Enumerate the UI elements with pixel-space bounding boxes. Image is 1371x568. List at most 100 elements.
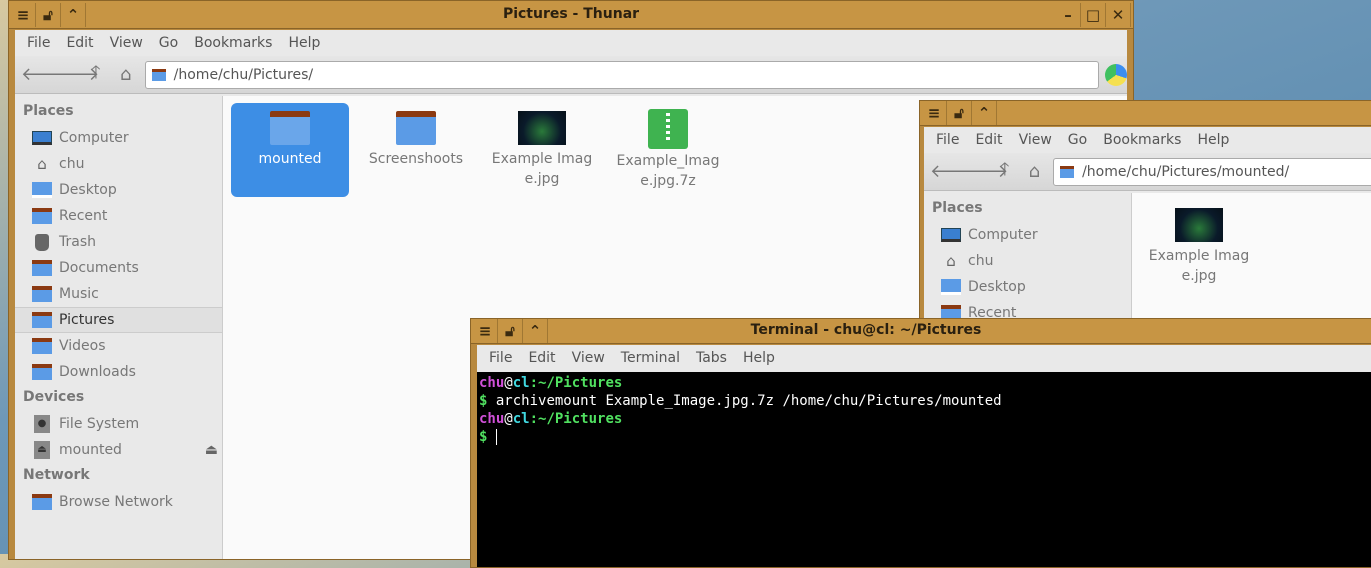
- terminal-window: ≡ 🔓︎ ⌃ Terminal - chu@cl: ~/Pictures Fil…: [470, 318, 1371, 568]
- title-bar[interactable]: ≡ 🔓︎ ⌃: [920, 101, 1371, 126]
- sidebar-heading-devices: Devices: [23, 389, 85, 405]
- file-name: Screenshoots: [368, 151, 464, 167]
- file-item[interactable]: mounted: [231, 103, 349, 197]
- sidebar-heading-places: Places: [932, 200, 983, 216]
- menu-bar: File Edit View Go Bookmarks Help: [15, 30, 1127, 56]
- sidebar-item-pictures[interactable]: Pictures: [15, 307, 222, 333]
- file-item[interactable]: Screenshoots: [357, 103, 475, 197]
- sidebar-item-label: chu: [59, 156, 85, 172]
- sidebar-item-label: Documents: [59, 260, 139, 276]
- title-bar[interactable]: ≡ 🔓︎ ⌃ Pictures - Thunar – □ ✕: [9, 1, 1133, 29]
- prompt-path: :~/Pictures: [529, 375, 623, 391]
- home-icon[interactable]: ⌂: [111, 64, 141, 85]
- eject-icon[interactable]: ⏏: [205, 442, 218, 458]
- sidebar-item-label: chu: [968, 253, 994, 269]
- prompt-path: :~/Pictures: [529, 411, 623, 427]
- menu-view[interactable]: View: [102, 35, 151, 51]
- sidebar-heading-network: Network: [23, 467, 90, 483]
- prompt-user: chu: [479, 375, 505, 391]
- prompt-user: chu: [479, 411, 505, 427]
- input-line[interactable]: $: [479, 428, 1371, 446]
- menu-file[interactable]: File: [928, 132, 967, 148]
- location-bar[interactable]: /home/chu/Pictures/: [144, 60, 1100, 89]
- computer-icon: [940, 227, 962, 243]
- minimize-icon[interactable]: –: [1056, 3, 1081, 27]
- sidebar-item-label: Pictures: [59, 312, 115, 328]
- file-name: Example_Image.jpg.7z: [616, 153, 720, 189]
- sidebar-item-chu[interactable]: ⌂ chu: [924, 248, 1131, 274]
- videos-folder-icon: [31, 338, 53, 354]
- drive-icon: ●: [31, 415, 53, 433]
- computer-icon: [31, 130, 53, 146]
- folder-icon: [396, 111, 436, 145]
- forward-icon[interactable]: 🡒: [51, 64, 99, 85]
- menu-bookmarks[interactable]: Bookmarks: [1095, 132, 1189, 148]
- archive-icon: [648, 109, 688, 149]
- menu-view[interactable]: View: [564, 350, 613, 366]
- menu-help[interactable]: Help: [280, 35, 328, 51]
- window-menu-icon[interactable]: ≡: [922, 101, 947, 125]
- menu-go[interactable]: Go: [151, 35, 186, 51]
- menu-bar: File Edit View Terminal Tabs Help: [477, 345, 1371, 371]
- menu-bookmarks[interactable]: Bookmarks: [186, 35, 280, 51]
- prompt-at: @: [504, 411, 513, 427]
- sidebar-item-videos[interactable]: Videos: [15, 333, 222, 359]
- menu-file[interactable]: File: [19, 35, 58, 51]
- file-item[interactable]: Example Image.jpg: [1140, 200, 1258, 294]
- menu-help[interactable]: Help: [1189, 132, 1237, 148]
- menu-go[interactable]: Go: [1060, 132, 1095, 148]
- sidebar-item-label: Videos: [59, 338, 106, 354]
- music-folder-icon: [31, 286, 53, 302]
- command-text: archivemount Example_Image.jpg.7z /home/…: [495, 393, 1002, 409]
- forward-icon[interactable]: 🡒: [960, 161, 1008, 182]
- title-bar[interactable]: ≡ 🔓︎ ⌃ Terminal - chu@cl: ~/Pictures: [471, 319, 1371, 344]
- sidebar-item-music[interactable]: Music: [15, 281, 222, 307]
- up-icon[interactable]: 🡑: [990, 157, 1020, 187]
- location-bar[interactable]: /home/chu/Pictures/mounted/: [1053, 157, 1371, 186]
- sidebar-item-computer[interactable]: Computer: [15, 125, 222, 151]
- recent-folder-icon: [31, 208, 53, 224]
- sidebar-item-recent[interactable]: Recent: [15, 203, 222, 229]
- file-item[interactable]: Example Image.jpg: [483, 103, 601, 197]
- menu-bar: File Edit View Go Bookmarks Help: [924, 127, 1371, 153]
- shade-icon[interactable]: ⌃: [972, 101, 997, 125]
- terminal-output[interactable]: chu@cl:~/Pictures $ archivemount Example…: [477, 372, 1371, 567]
- sidebar-item-desktop[interactable]: Desktop: [924, 274, 1131, 300]
- menu-tabs[interactable]: Tabs: [688, 350, 735, 366]
- back-icon[interactable]: 🡐: [21, 64, 69, 85]
- menu-view[interactable]: View: [1011, 132, 1060, 148]
- sidebar-item-file-system[interactable]: ● File System: [15, 411, 222, 437]
- sidebar-item-trash[interactable]: Trash: [15, 229, 222, 255]
- up-icon[interactable]: 🡑: [81, 60, 111, 90]
- sidebar-item-documents[interactable]: Documents: [15, 255, 222, 281]
- folder-icon: [270, 111, 310, 145]
- sidebar-item-label: Desktop: [59, 182, 117, 198]
- menu-terminal[interactable]: Terminal: [613, 350, 688, 366]
- maximize-icon[interactable]: □: [1081, 3, 1106, 27]
- sidebar-item-downloads[interactable]: Downloads: [15, 359, 222, 385]
- menu-edit[interactable]: Edit: [520, 350, 563, 366]
- close-icon[interactable]: ✕: [1106, 3, 1131, 27]
- menu-help[interactable]: Help: [735, 350, 783, 366]
- file-name: Example Image.jpg: [491, 151, 593, 187]
- menu-edit[interactable]: Edit: [58, 35, 101, 51]
- file-name: mounted: [258, 151, 322, 167]
- cursor: [495, 429, 497, 445]
- sidebar-item-computer[interactable]: Computer: [924, 222, 1131, 248]
- menu-edit[interactable]: Edit: [967, 132, 1010, 148]
- sticky-icon[interactable]: 🔓︎: [947, 101, 972, 125]
- sidebar-item-chu[interactable]: ⌂ chu: [15, 151, 222, 177]
- activity-icon: [1105, 63, 1127, 86]
- prompt-host: cl: [512, 411, 530, 427]
- home-icon[interactable]: ⌂: [1020, 161, 1050, 182]
- sidebar-item-label: Computer: [968, 227, 1038, 243]
- file-item[interactable]: Example_Image.jpg.7z: [609, 103, 727, 197]
- prompt-line: chu@cl:~/Pictures: [479, 410, 1371, 428]
- sidebar-item-browse-network[interactable]: Browse Network: [15, 489, 222, 515]
- sidebar-item-mounted[interactable]: ⏏ mounted ⏏: [15, 437, 222, 463]
- sidebar-item-desktop[interactable]: Desktop: [15, 177, 222, 203]
- menu-file[interactable]: File: [481, 350, 520, 366]
- sidebar-item-label: Trash: [59, 234, 96, 250]
- sidebar-item-label: Recent: [59, 208, 108, 224]
- back-icon[interactable]: 🡐: [930, 161, 978, 182]
